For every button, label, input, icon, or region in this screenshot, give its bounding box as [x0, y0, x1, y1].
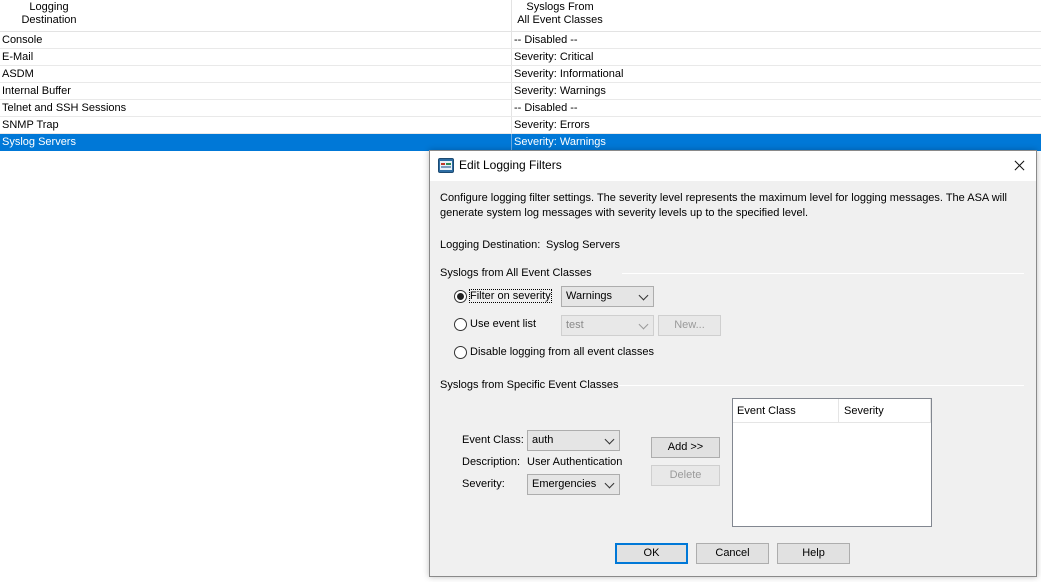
description-label: Description: — [462, 456, 521, 468]
event-class-select-value: auth — [532, 434, 554, 446]
logging-destination-value: Syslog Servers — [546, 239, 620, 251]
cell-divider — [511, 134, 512, 151]
table-row-selected[interactable]: Syslog Servers Severity: Warnings — [0, 134, 1041, 151]
header-line: Syslogs From — [526, 1, 594, 13]
filter-on-severity-label[interactable]: Filter on severity — [469, 289, 552, 303]
close-icon[interactable] — [1004, 153, 1034, 179]
event-list-select-value: test — [566, 319, 584, 331]
table-header: Logging Destination Syslogs From All Eve… — [0, 0, 1041, 32]
cell-syslogs: Severity: Informational — [514, 68, 624, 80]
disable-logging-radio[interactable] — [454, 346, 467, 359]
disable-logging-label[interactable]: Disable logging from all event classes — [470, 346, 654, 358]
severity-label: Severity: — [462, 478, 505, 490]
severity-select[interactable]: Warnings — [561, 286, 654, 307]
class-severity-select[interactable]: Emergencies — [527, 474, 620, 495]
cell-syslogs: Severity: Critical — [514, 51, 594, 63]
logging-destination-label: Logging Destination: — [440, 239, 541, 251]
edit-logging-filters-dialog: Edit Logging Filters Configure logging f… — [429, 150, 1037, 577]
column-header-event-class[interactable]: Event Class — [733, 399, 839, 423]
cell-syslogs: Severity: Warnings — [514, 136, 606, 148]
add-event-class-button[interactable]: Add >> — [651, 437, 720, 458]
list-header: Event Class Severity — [733, 399, 931, 423]
table-row[interactable]: Telnet and SSH Sessions -- Disabled -- — [0, 100, 1041, 117]
header-syslogs-from[interactable]: Syslogs From All Event Classes — [517, 1, 603, 27]
chevron-down-icon — [638, 290, 649, 301]
page: Logging Destination Syslogs From All Eve… — [0, 0, 1041, 582]
group-specific-event-classes: Syslogs from Specific Event Classes — [440, 379, 619, 391]
column-header-severity[interactable]: Severity — [839, 399, 931, 423]
event-class-list[interactable]: Event Class Severity — [732, 398, 932, 527]
delete-event-class-button[interactable]: Delete — [651, 465, 720, 486]
group-divider — [622, 273, 1024, 274]
description-value: User Authentication — [527, 456, 623, 468]
header-line: Destination — [21, 14, 77, 26]
chevron-down-icon — [638, 319, 649, 330]
use-event-list-label[interactable]: Use event list — [470, 318, 536, 330]
header-line: Logging — [29, 1, 69, 13]
cell-destination: E-Mail — [2, 51, 34, 63]
dialog-description: Configure logging filter settings. The s… — [440, 192, 1007, 219]
severity-select-value: Warnings — [566, 290, 613, 302]
asdm-app-icon — [438, 158, 454, 173]
table-row[interactable]: Internal Buffer Severity: Warnings — [0, 83, 1041, 100]
table-row[interactable]: Console -- Disabled -- — [0, 32, 1041, 49]
cell-syslogs: -- Disabled -- — [514, 34, 578, 46]
event-class-label: Event Class: — [462, 434, 524, 446]
cell-syslogs: Severity: Warnings — [514, 85, 606, 97]
cell-syslogs: Severity: Errors — [514, 119, 590, 131]
event-class-select[interactable]: auth — [527, 430, 620, 451]
event-list-select[interactable]: test — [561, 315, 654, 336]
chevron-down-icon — [604, 434, 615, 445]
dialog-title: Edit Logging Filters — [459, 158, 562, 172]
cell-destination: Internal Buffer — [2, 85, 71, 97]
cancel-button[interactable]: Cancel — [696, 543, 769, 564]
class-severity-select-value: Emergencies — [532, 478, 597, 490]
cell-destination: SNMP Trap — [2, 119, 59, 131]
chevron-down-icon — [604, 478, 615, 489]
table-row[interactable]: ASDM Severity: Informational — [0, 66, 1041, 83]
header-logging-destination[interactable]: Logging Destination — [4, 1, 94, 27]
new-event-list-button[interactable]: New... — [658, 315, 721, 336]
help-button[interactable]: Help — [777, 543, 850, 564]
group-all-event-classes: Syslogs from All Event Classes — [440, 267, 592, 279]
header-line: All Event Classes — [517, 14, 603, 26]
cell-destination: Syslog Servers — [2, 136, 76, 148]
table-row[interactable]: E-Mail Severity: Critical — [0, 49, 1041, 66]
ok-button[interactable]: OK — [615, 543, 688, 564]
cell-syslogs: -- Disabled -- — [514, 102, 578, 114]
cell-destination: Telnet and SSH Sessions — [2, 102, 127, 114]
dialog-titlebar[interactable]: Edit Logging Filters — [430, 151, 1036, 181]
logging-table: Logging Destination Syslogs From All Eve… — [0, 0, 1041, 151]
use-event-list-radio[interactable] — [454, 318, 467, 331]
cell-destination: ASDM — [2, 68, 34, 80]
cell-destination: Console — [2, 34, 43, 46]
filter-on-severity-radio[interactable] — [454, 290, 467, 303]
table-row[interactable]: SNMP Trap Severity: Errors — [0, 117, 1041, 134]
group-divider — [619, 385, 1024, 386]
